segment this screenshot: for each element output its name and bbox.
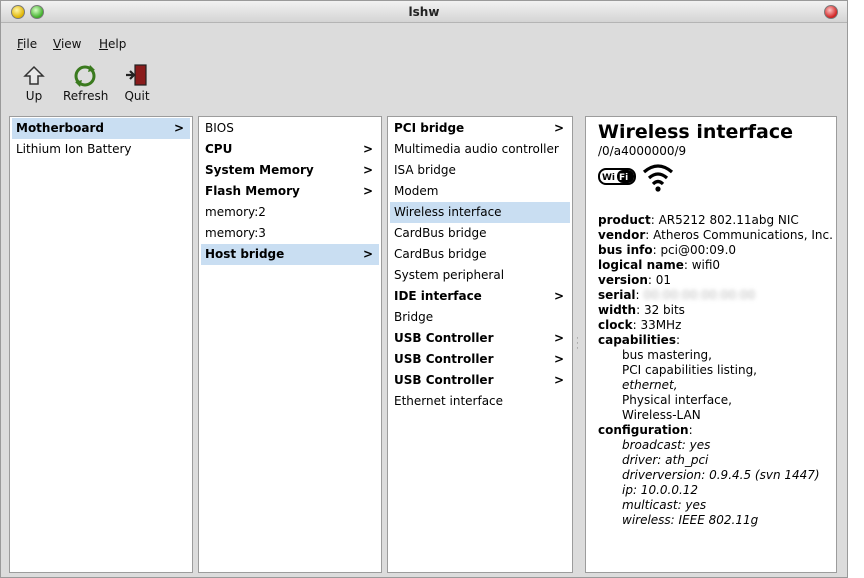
chevron-right-icon: > [553,373,564,387]
list-item[interactable]: Multimedia audio controller [390,139,570,160]
list-item[interactable]: IDE interface > [390,286,570,307]
list-item[interactable]: Modem [390,181,570,202]
lshw-window: lshw File View Help Up Refresh Quit Moth… [0,0,848,578]
list-item[interactable]: CPU > [201,139,379,160]
device-path: /0/a4000000/9 [598,144,687,158]
exit-door-icon [126,64,147,86]
column-2[interactable]: BIOS CPU > System Memory > Flash Memory > m… [198,116,382,573]
menu-bar: File View Help [1,37,847,57]
capability-item: PCI capabilities listing, [622,363,757,377]
list-item[interactable]: Flash Memory > [201,181,379,202]
list-item[interactable]: Bridge [390,307,570,328]
wifi-logo: Wi Fi [598,165,638,187]
chevron-right-icon: > [553,121,564,135]
close-button[interactable] [824,5,838,19]
up-arrow-icon [23,65,45,85]
svg-text:Wi: Wi [602,173,615,183]
config-item: ip: 10.0.0.12 [622,483,699,497]
field-serial: serial: 00:00:00:00:00:00 [598,288,756,302]
detail-title: Wireless interface [598,121,793,143]
quit-button[interactable]: Quit [123,61,151,103]
field-bus-info: bus info: pci@00:09.0 [598,243,737,257]
capabilities-heading: capabilities: [598,333,681,347]
config-item: multicast: yes [622,498,707,512]
list-item[interactable]: PCI bridge > [390,118,570,139]
menu-view[interactable]: View [53,37,81,51]
field-width: width: 32 bits [598,303,685,317]
detail-pane: Wireless interface /0/a4000000/9 Wi Fi p… [585,116,837,573]
list-item[interactable]: CardBus bridge [390,223,570,244]
window-title: lshw [408,5,440,19]
menu-help[interactable]: Help [99,37,126,51]
up-button[interactable]: Up [21,61,47,103]
chevron-right-icon: > [553,289,564,303]
list-item[interactable]: Wireless interface [390,202,570,223]
list-item[interactable]: Host bridge > [201,244,379,265]
field-clock: clock: 33MHz [598,318,682,332]
chevron-right-icon: > [362,247,373,261]
list-item[interactable]: USB Controller > [390,349,570,370]
config-item: broadcast: yes [622,438,711,452]
wireless-signal-icon [642,164,674,192]
capability-item: bus mastering, [622,348,712,362]
config-item: wireless: IEEE 802.11g [622,513,759,527]
list-item[interactable]: Lithium Ion Battery [12,139,190,160]
svg-text:Fi: Fi [619,173,628,183]
wifi-logo-icon: Wi Fi [598,168,636,185]
capability-item: ethernet, [622,378,678,392]
refresh-button[interactable]: Refresh [63,61,108,103]
list-item[interactable]: BIOS [201,118,379,139]
title-bar[interactable]: lshw [1,1,847,23]
toolbar: Up Refresh Quit [1,61,847,111]
field-version: version: 01 [598,273,672,287]
splitter-handle[interactable]: · · · [576,335,580,354]
field-vendor: vendor: Atheros Communications, Inc. [598,228,833,242]
column-3[interactable]: PCI bridge > Multimedia audio controller … [387,116,573,573]
chevron-right-icon: > [173,121,184,135]
column-1[interactable]: Motherboard > Lithium Ion Battery [9,116,193,573]
chevron-right-icon: > [362,184,373,198]
list-item[interactable]: System Memory > [201,160,379,181]
refresh-icon [74,65,96,87]
config-item: driverversion: 0.9.4.5 (svn 1447) [622,468,820,482]
capability-item: Wireless-LAN [622,408,701,422]
list-item[interactable]: Ethernet interface [390,391,570,412]
list-item[interactable]: ISA bridge [390,160,570,181]
list-item[interactable]: System peripheral [390,265,570,286]
chevron-right-icon: > [362,163,373,177]
list-item[interactable]: memory:3 [201,223,379,244]
list-item[interactable]: CardBus bridge [390,244,570,265]
capability-item: Physical interface, [622,393,732,407]
chevron-right-icon: > [553,331,564,345]
field-logical-name: logical name: wifi0 [598,258,721,272]
config-item: driver: ath_pci [622,453,709,467]
list-item[interactable]: USB Controller > [390,328,570,349]
chevron-right-icon: > [362,142,373,156]
configuration-heading: configuration: [598,423,693,437]
field-product: product: AR5212 802.11abg NIC [598,213,799,227]
list-item[interactable]: memory:2 [201,202,379,223]
serial-value-blurred: 00:00:00:00:00:00 [643,288,756,302]
chevron-right-icon: > [553,352,564,366]
list-item[interactable]: Motherboard > [12,118,190,139]
list-item[interactable]: USB Controller > [390,370,570,391]
menu-file[interactable]: File [17,37,37,51]
